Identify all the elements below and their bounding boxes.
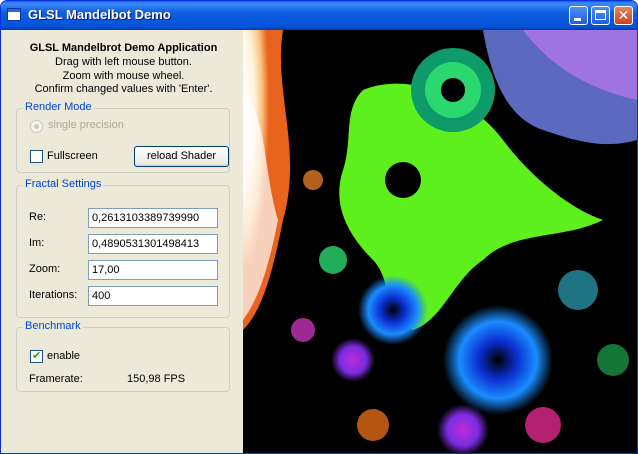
enable-label: enable — [47, 350, 81, 362]
iterations-input[interactable]: 400 — [88, 286, 218, 306]
fractal-render — [243, 30, 637, 453]
title-bar[interactable]: GLSL Mandelbot Demo ✕ — [1, 1, 637, 30]
im-label: Im: — [29, 237, 45, 249]
instruction-drag: Drag with left mouse button. — [55, 56, 192, 68]
checkmark-icon: ✔ — [32, 349, 42, 362]
benchmark-title: Benchmark — [23, 320, 83, 332]
im-input[interactable]: 0,4890531301498413 — [88, 234, 218, 254]
framerate-label: Framerate: — [29, 373, 83, 385]
minimize-button[interactable] — [569, 6, 588, 25]
zoom-input[interactable]: 17,00 — [88, 260, 218, 280]
control-panel: GLSL Mandelbrot Demo Application Drag wi… — [5, 31, 242, 451]
close-icon: ✕ — [617, 8, 630, 24]
single-precision-label: single precision — [48, 119, 124, 131]
fullscreen-checkbox[interactable] — [30, 150, 43, 163]
re-label: Re: — [29, 211, 47, 223]
zoom-label: Zoom: — [29, 263, 61, 275]
instruction-zoom: Zoom with mouse wheel. — [62, 70, 185, 82]
reload-shader-button[interactable]: reload Shader — [134, 146, 229, 167]
fractal-canvas[interactable] — [243, 30, 637, 453]
close-button[interactable]: ✕ — [614, 6, 633, 25]
window-title: GLSL Mandelbot Demo — [28, 7, 171, 22]
re-input[interactable]: 0,2613103389739990 — [88, 208, 218, 228]
app-icon[interactable] — [7, 8, 21, 21]
maximize-icon — [595, 10, 606, 20]
minimize-icon — [574, 18, 581, 21]
benchmark-group: Benchmark ✔ enable Framerate: 150,98 FPS — [16, 320, 230, 392]
app-heading: GLSL Mandelbrot Demo Application — [29, 42, 218, 54]
framerate-value: 150,98 FPS — [127, 373, 186, 385]
fullscreen-label: Fullscreen — [47, 150, 98, 162]
enable-checkbox[interactable]: ✔ — [30, 349, 43, 363]
render-mode-title: Render Mode — [23, 101, 94, 113]
fractal-settings-title: Fractal Settings — [23, 178, 104, 190]
instruction-enter: Confirm changed values with 'Enter'. — [34, 83, 213, 95]
maximize-button[interactable] — [591, 6, 610, 25]
single-precision-radio[interactable] — [30, 120, 43, 133]
iterations-label: Iterations: — [29, 289, 78, 301]
render-mode-group: Render Mode single precision Fullscreen … — [16, 101, 230, 173]
fractal-settings-group: Fractal Settings Re: 0,2613103389739990 … — [16, 178, 230, 318]
main-window: GLSL Mandelbot Demo ✕ GLSL Mandelbrot De… — [0, 0, 638, 454]
